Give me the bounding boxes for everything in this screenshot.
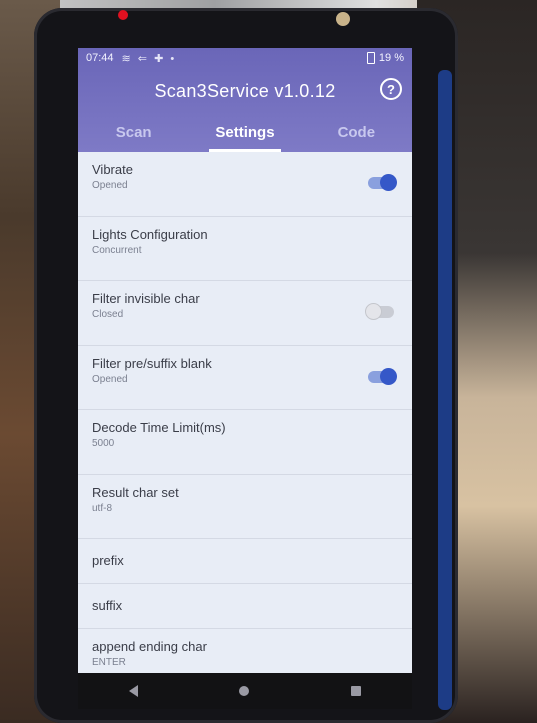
filter-invisible-toggle[interactable] bbox=[365, 303, 394, 320]
setting-filter-invisible-char[interactable]: Filter invisible char Closed bbox=[78, 281, 412, 346]
setting-value: ENTER bbox=[92, 657, 126, 668]
back-icon[interactable] bbox=[128, 685, 138, 697]
setting-value: 5000 bbox=[92, 438, 115, 449]
setting-vibrate[interactable]: Vibrate Opened bbox=[78, 152, 412, 217]
setting-title: Vibrate bbox=[92, 162, 133, 177]
setting-title: Decode Time Limit(ms) bbox=[92, 420, 226, 435]
battery-level: 19 % bbox=[378, 52, 404, 64]
status-bar: 07:44 ≋ ⇐ ✚ • 19 % bbox=[78, 48, 412, 68]
toggle-knob bbox=[380, 174, 397, 191]
title-row: Scan3Service v1.0.12 ? bbox=[78, 68, 412, 114]
vibrate-toggle[interactable] bbox=[368, 174, 397, 191]
app-title: Scan3Service v1.0.12 bbox=[154, 80, 336, 101]
setting-decode-time-limit[interactable]: Decode Time Limit(ms) 5000 bbox=[78, 410, 412, 475]
setting-title: Lights Configuration bbox=[92, 226, 208, 242]
app-header: 07:44 ≋ ⇐ ✚ • 19 % Scan3Service v1.0.12 … bbox=[78, 48, 412, 152]
help-icon[interactable]: ? bbox=[380, 78, 402, 100]
tab-settings[interactable]: Settings bbox=[189, 114, 300, 152]
front-camera bbox=[336, 12, 350, 26]
setting-suffix[interactable]: suffix bbox=[78, 584, 412, 629]
setting-result-char-set[interactable]: Result char set utf-8 bbox=[78, 475, 412, 539]
filter-blank-toggle[interactable] bbox=[368, 367, 397, 385]
home-icon[interactable] bbox=[239, 686, 250, 696]
setting-title: Result char set bbox=[92, 484, 179, 500]
setting-title: prefix bbox=[92, 553, 124, 568]
setting-prefix[interactable]: prefix bbox=[78, 539, 412, 584]
indicator-led bbox=[118, 10, 128, 20]
status-time: 07:44 bbox=[86, 52, 114, 64]
phone-screen: 07:44 ≋ ⇐ ✚ • 19 % Scan3Service v1.0.12 … bbox=[78, 48, 412, 673]
setting-value: Concurrent bbox=[92, 244, 142, 256]
toggle-knob bbox=[365, 303, 382, 320]
status-right: 19 % bbox=[366, 52, 404, 64]
tab-scan[interactable]: Scan bbox=[78, 114, 189, 152]
setting-value: Opened bbox=[92, 373, 128, 385]
setting-lights-configuration[interactable]: Lights Configuration Concurrent bbox=[78, 217, 412, 281]
setting-value: utf-8 bbox=[92, 502, 113, 514]
tab-bar: Scan Settings Code bbox=[78, 114, 412, 152]
setting-value: Opened bbox=[92, 180, 128, 191]
battery-icon bbox=[366, 52, 375, 64]
phone-side-bumper bbox=[438, 70, 452, 710]
settings-list: Vibrate Opened Lights Configuration Conc… bbox=[78, 152, 412, 673]
setting-value: Closed bbox=[92, 309, 124, 320]
setting-filter-blank[interactable]: Filter pre/suffix blank Opened bbox=[78, 346, 412, 410]
setting-append-ending-char[interactable]: append ending char ENTER bbox=[78, 629, 412, 673]
recent-apps-icon[interactable] bbox=[351, 686, 362, 696]
setting-title: append ending char bbox=[92, 639, 207, 654]
android-nav-bar bbox=[78, 673, 412, 709]
status-notification-icons: ≋ ⇐ ✚ • bbox=[121, 52, 177, 65]
tab-code[interactable]: Code bbox=[301, 114, 412, 152]
toggle-knob bbox=[380, 367, 397, 385]
setting-title: Filter pre/suffix blank bbox=[92, 355, 212, 371]
setting-title: Filter invisible char bbox=[92, 291, 200, 306]
setting-title: suffix bbox=[92, 598, 123, 613]
